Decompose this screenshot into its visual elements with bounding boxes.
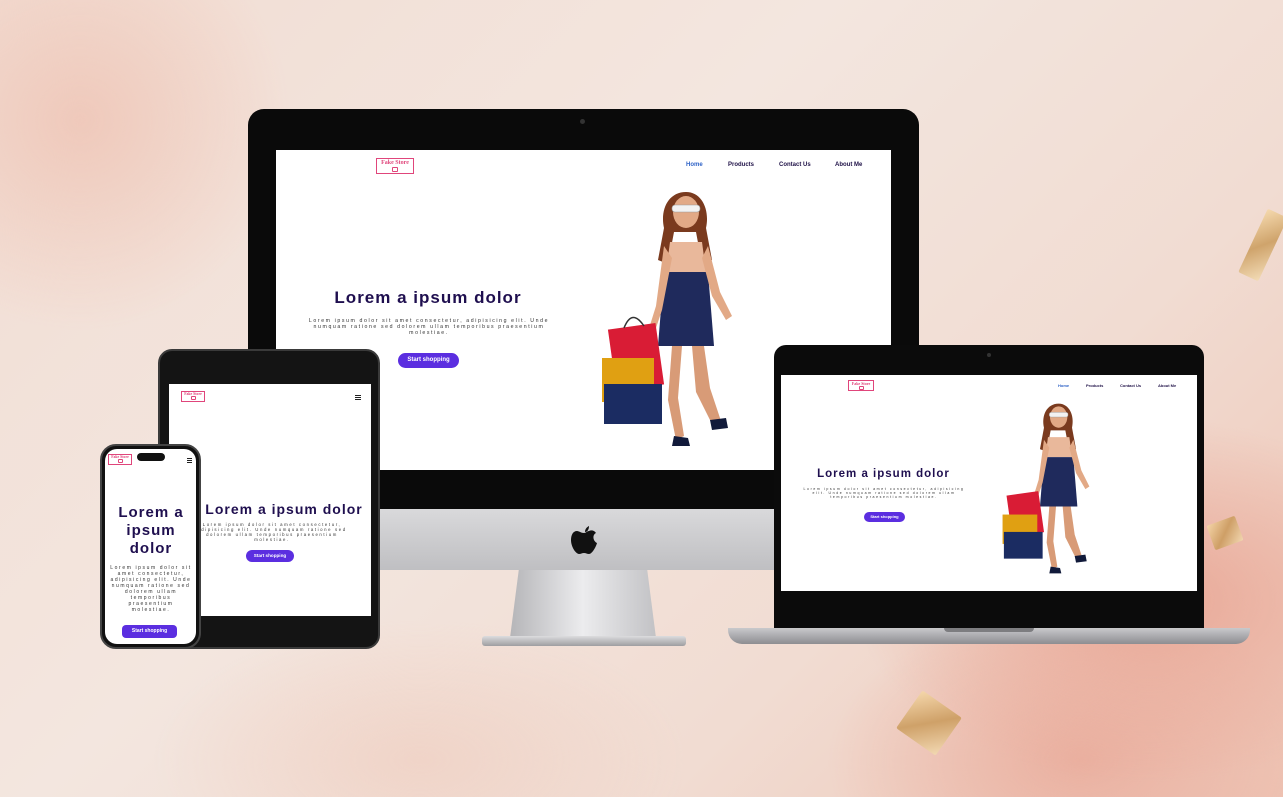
nav-about-me[interactable]: About Me [1158, 383, 1176, 388]
logo-text: Fake Store [111, 455, 129, 459]
camera-dot [987, 353, 991, 357]
start-shopping-button[interactable]: Start shopping [864, 512, 905, 522]
macbook-website-screen: Fake Store Home Products Contact Us Abou… [781, 375, 1197, 591]
start-shopping-button[interactable]: Start shopping [246, 550, 294, 562]
hamburger-menu-icon[interactable] [187, 458, 192, 463]
shopping-bag-icon [392, 167, 398, 172]
nav-home[interactable]: Home [686, 162, 703, 168]
hero-model-image [602, 192, 732, 446]
shopping-bag-icon [117, 459, 123, 463]
iphone-website-screen: Fake Store Lorem a ipsum dolor Lorem ips… [105, 449, 196, 644]
site-logo[interactable]: Fake Store [181, 391, 205, 402]
shopping-bag-icon [858, 386, 864, 390]
dynamic-island [137, 453, 165, 461]
nav-contact-us[interactable]: Contact Us [1120, 383, 1141, 388]
hero-title: Lorem a ipsum dolor [817, 468, 950, 480]
logo-text: Fake Store [184, 392, 202, 396]
apple-logo-icon [571, 526, 597, 554]
nav-products[interactable]: Products [1086, 383, 1103, 388]
gold-fleck-decoration [1206, 515, 1244, 551]
site-logo[interactable]: Fake Store [108, 454, 132, 465]
hero-text: Lorem ipsum dolor sit amet consectetur, … [803, 487, 965, 499]
logo-text: Fake Store [381, 160, 409, 166]
gold-fleck-decoration [896, 690, 962, 756]
start-shopping-button[interactable]: Start shopping [398, 353, 459, 368]
nav-contact-us[interactable]: Contact Us [779, 162, 811, 168]
hero-text: Lorem ipsum dolor sit amet consectetur, … [110, 565, 192, 613]
macbook-base [728, 628, 1250, 644]
hero-title: Lorem a ipsum dolor [334, 288, 522, 307]
camera-dot [580, 119, 585, 124]
macbook-display: Fake Store Home Products Contact Us Abou… [774, 345, 1204, 630]
logo-text: Fake Store [851, 381, 871, 386]
hero-text: Lorem ipsum dolor sit amet consectetur, … [308, 318, 550, 336]
nav-products[interactable]: Products [728, 162, 754, 168]
nav-about-me[interactable]: About Me [835, 162, 862, 168]
iphone-device: Fake Store Lorem a ipsum dolor Lorem ips… [100, 444, 201, 649]
hero-title: Lorem a ipsum dolor [118, 504, 184, 557]
hero-title: Lorem a ipsum dolor [205, 501, 363, 517]
start-shopping-button[interactable]: Start shopping [122, 625, 177, 638]
hamburger-menu-icon[interactable] [355, 395, 361, 401]
site-logo[interactable]: Fake Store [376, 158, 414, 174]
trackpad-notch [944, 628, 1034, 632]
imac-foot [482, 636, 686, 646]
hero-model-image [1002, 403, 1090, 574]
shopping-bag-icon [190, 396, 196, 400]
imac-stand [510, 570, 656, 638]
gold-fleck-decoration [1238, 208, 1283, 282]
nav-home[interactable]: Home [1058, 383, 1069, 388]
site-logo[interactable]: Fake Store [848, 380, 874, 391]
hero-text: Lorem ipsum dolor sit amet consectetur, … [197, 522, 347, 542]
